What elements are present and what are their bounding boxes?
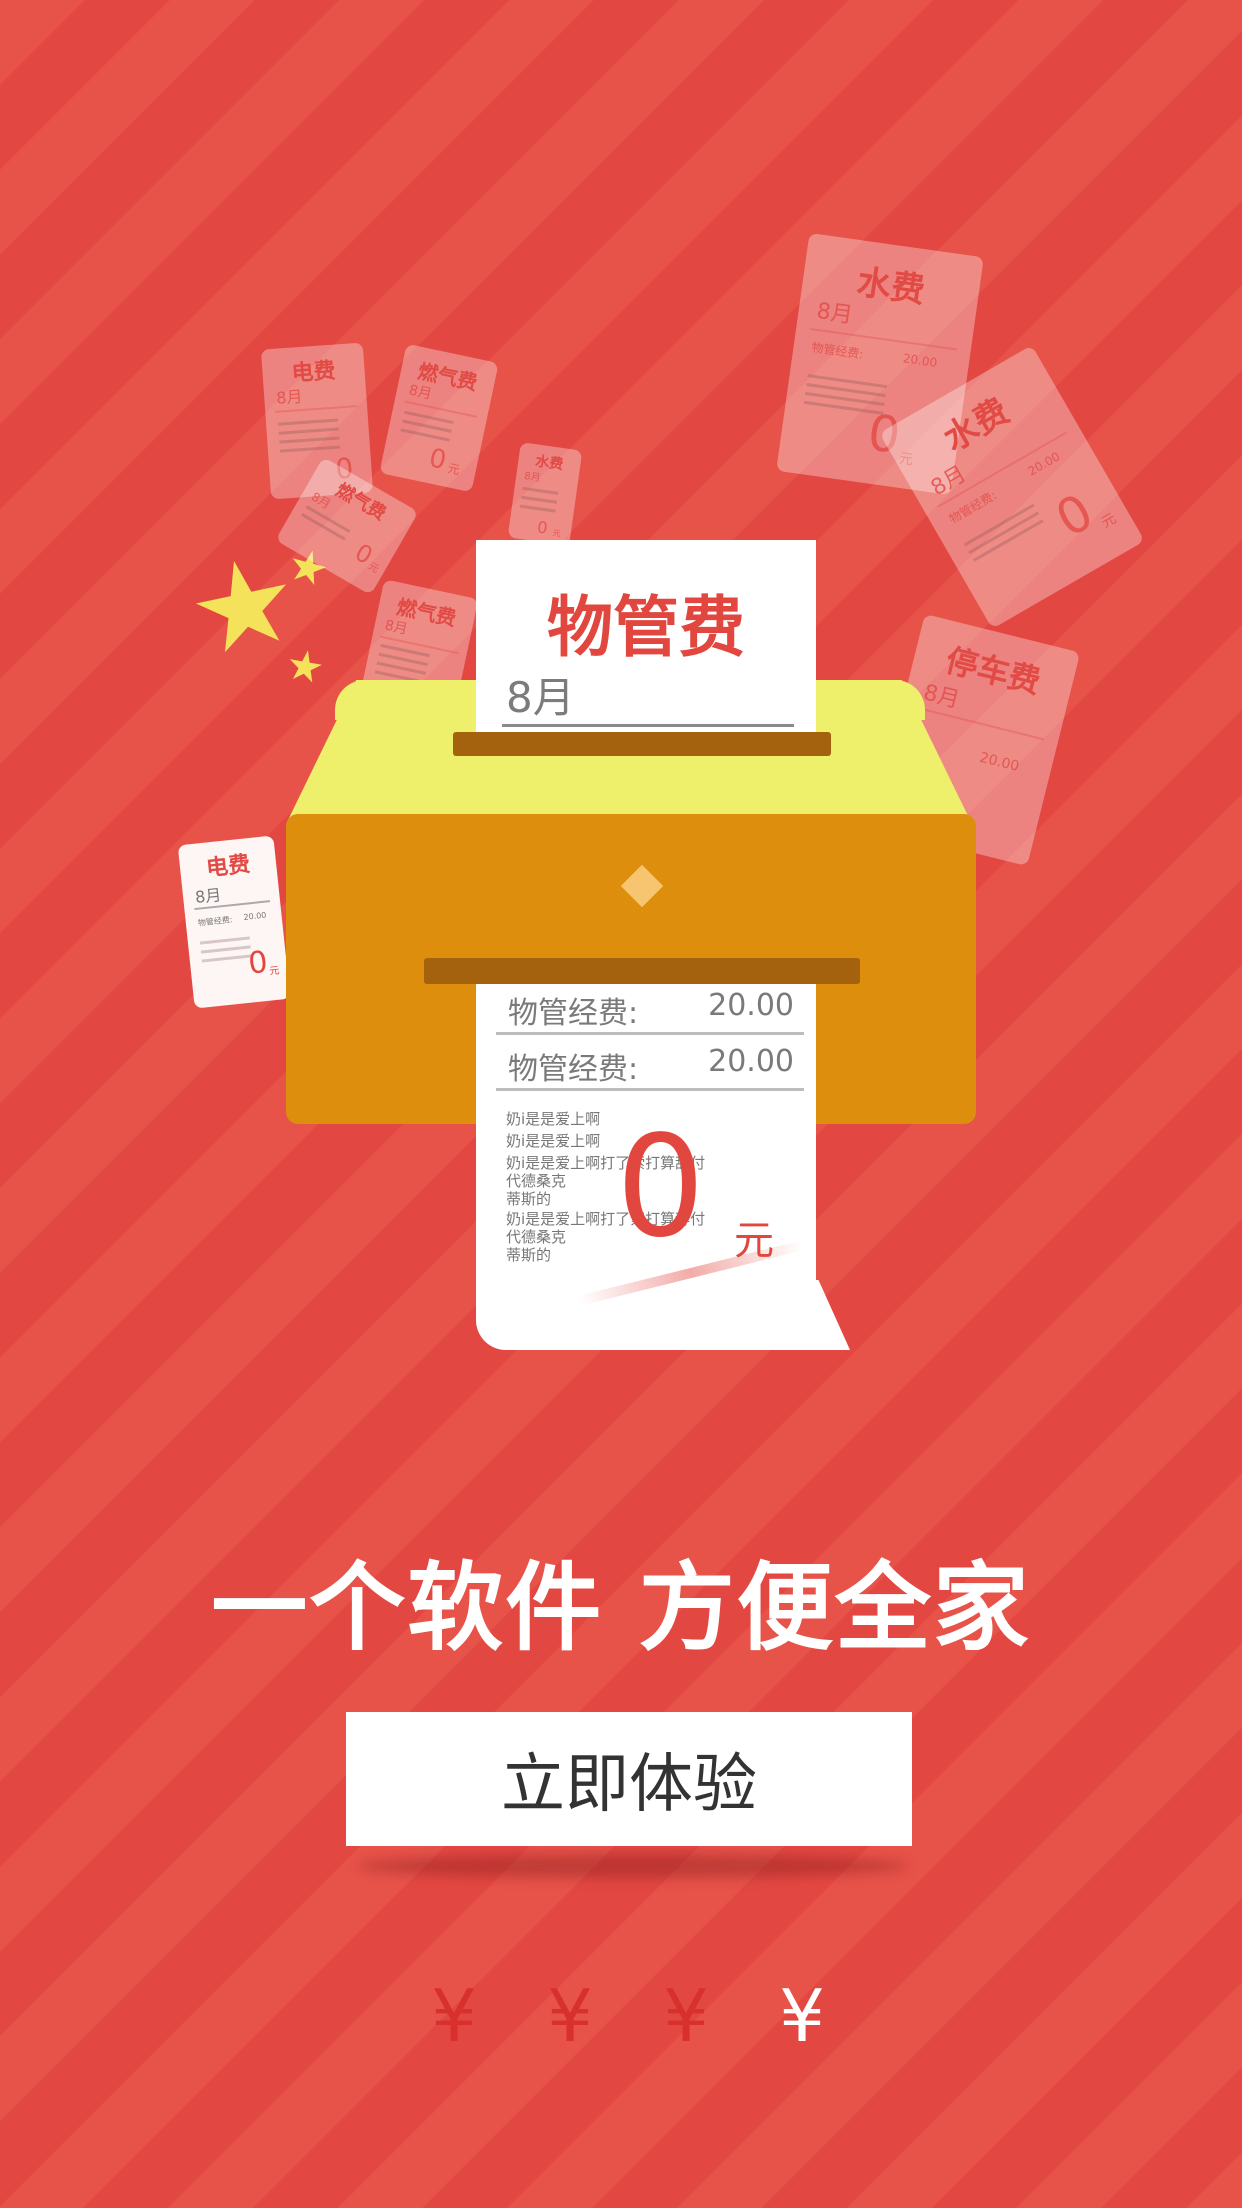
receipt-row-value: 20.00 bbox=[708, 988, 794, 1023]
property-fee-month: 8月 bbox=[506, 673, 575, 722]
receipt-row-label: 物管经费: bbox=[508, 1052, 639, 1087]
small-star-icon bbox=[285, 647, 324, 686]
slogan: 一个软件 方便全家 bbox=[211, 1552, 1031, 1664]
bill-month: 8月 bbox=[275, 386, 304, 408]
property-fee-card: 物管费 8月 bbox=[476, 540, 816, 746]
bill-row-value: 20.00 bbox=[902, 351, 939, 370]
bill-unit: 元 bbox=[268, 965, 280, 978]
floating-bill: 电费 8月 物管经费: 20.00 0 元 bbox=[177, 835, 291, 1009]
page-indicator-yen-icon[interactable]: ¥ bbox=[656, 1978, 716, 2054]
bill-row-value: 20.00 bbox=[243, 910, 267, 922]
divider bbox=[496, 1032, 804, 1035]
receipt-row-value: 20.00 bbox=[708, 1044, 794, 1079]
bill-month: 8月 bbox=[383, 617, 409, 638]
property-fee-title: 物管费 bbox=[547, 589, 745, 666]
bill-row-value: 20.00 bbox=[977, 749, 1021, 775]
receipt: 物管经费: 20.00 物管经费: 20.00 奶i是是爱上啊 奶i是是爱上啊 … bbox=[476, 968, 816, 1350]
bill-title: 电费 bbox=[204, 852, 252, 882]
bill-unit: 元 bbox=[552, 528, 562, 539]
bill-month: 8月 bbox=[407, 382, 434, 403]
receipt-row-label: 物管经费: bbox=[508, 996, 639, 1031]
page-indicator-yen-icon[interactable]: ¥ bbox=[540, 1978, 600, 2054]
try-now-button[interactable]: 立即体验 bbox=[346, 1712, 912, 1846]
page-indicator-yen-icon[interactable]: ¥ bbox=[772, 1978, 832, 2054]
divider bbox=[502, 724, 794, 727]
bill-amount: 0 bbox=[246, 944, 270, 982]
floating-bill: 水费 8月 0 元 bbox=[507, 442, 583, 546]
floating-bill: 燃气费 8月 0 元 bbox=[379, 343, 499, 493]
bill-month: 8月 bbox=[523, 470, 542, 485]
bill-row-label: 物管经费: bbox=[197, 915, 233, 928]
bill-month: 8月 bbox=[194, 885, 223, 907]
bill-amount: 0 bbox=[536, 517, 549, 538]
bill-unit: 元 bbox=[446, 461, 462, 478]
divider bbox=[496, 1088, 804, 1091]
receipt-amount: 0 bbox=[616, 1106, 706, 1269]
page-indicator-yen-icon[interactable]: ¥ bbox=[424, 1978, 484, 2054]
button-shadow bbox=[358, 1854, 908, 1878]
bill-amount: 0 bbox=[426, 443, 449, 477]
top-slot bbox=[453, 732, 831, 756]
large-star-icon bbox=[187, 551, 301, 665]
bill-month: 8月 bbox=[814, 298, 855, 329]
bill-row-label: 物管经费: bbox=[810, 340, 865, 362]
bottom-slot bbox=[424, 958, 860, 984]
bill-amount: 0 bbox=[1046, 482, 1103, 549]
